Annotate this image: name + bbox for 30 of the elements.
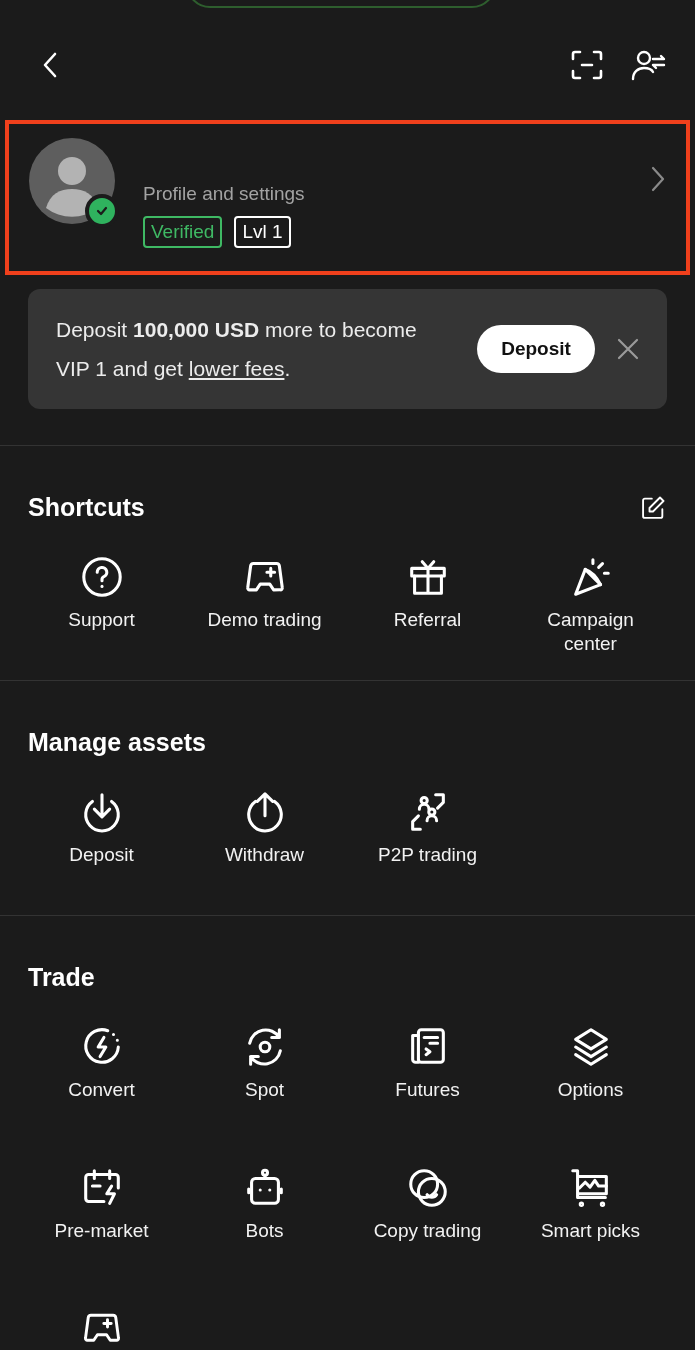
status-badge: Verified xyxy=(143,216,223,248)
section-heading: Manage assets xyxy=(28,727,206,759)
menu-tile[interactable]: Demo trading xyxy=(183,552,346,673)
menu-tile[interactable]: Options xyxy=(509,1022,672,1143)
section-heading: Trade xyxy=(28,962,95,994)
menu-tile[interactable]: Futures xyxy=(346,1022,509,1143)
close-icon[interactable] xyxy=(617,338,639,360)
menu-tile[interactable]: Bots xyxy=(183,1163,346,1284)
chevron-right-icon xyxy=(650,166,666,192)
lower-fees-link[interactable]: lower fees xyxy=(188,357,285,380)
menu-tile[interactable]: Spot xyxy=(183,1022,346,1143)
menu-tile[interactable]: Referral xyxy=(346,552,509,673)
menu-tile[interactable]: Campaign center xyxy=(509,552,672,673)
menu-tile[interactable]: Smart picks xyxy=(509,1163,672,1284)
scan-icon[interactable] xyxy=(571,50,603,80)
menu-tile[interactable]: Convert xyxy=(20,1022,183,1143)
profile-row[interactable]: Profile and settings Verified Lvl 1 xyxy=(9,124,686,271)
menu-tile[interactable]: Support xyxy=(20,552,183,673)
switch-account-icon[interactable] xyxy=(631,49,667,81)
menu-tile[interactable]: P2P trading xyxy=(346,787,509,908)
status-badge: Lvl 1 xyxy=(234,216,291,248)
profile-title: Profile and settings xyxy=(143,182,306,206)
menu-tile[interactable]: Pre-market xyxy=(20,1163,183,1284)
menu-tile[interactable]: Deposit xyxy=(20,787,183,908)
promo-text: Deposit 100,000 USD more to become VIP 1 and get lower fees. xyxy=(56,317,418,382)
menu-tile[interactable]: Withdraw xyxy=(183,787,346,908)
deposit-button[interactable]: Deposit xyxy=(477,325,595,373)
menu-tile[interactable]: Copy trading xyxy=(346,1163,509,1284)
section-heading: Shortcuts xyxy=(28,492,145,524)
edit-icon[interactable] xyxy=(639,494,667,522)
